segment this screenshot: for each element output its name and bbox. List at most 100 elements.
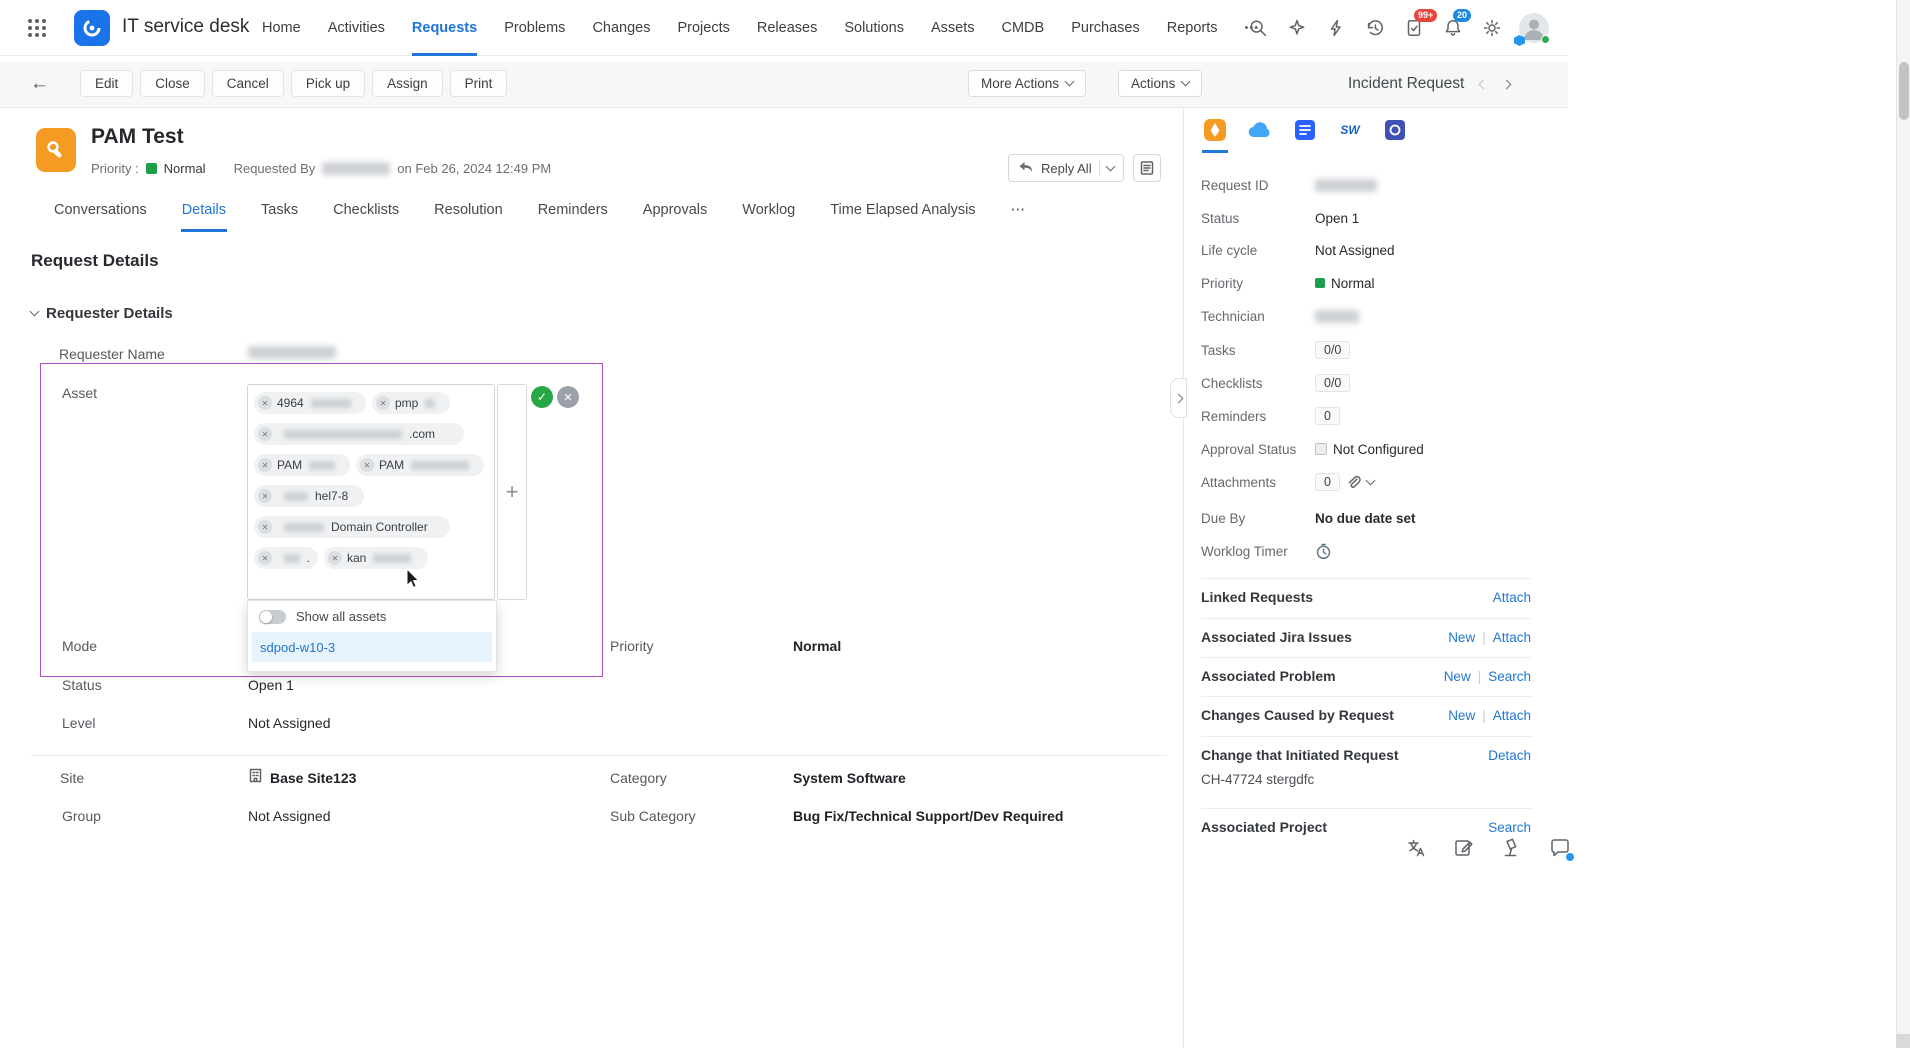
actions-dropdown[interactable]: Actions	[1118, 70, 1202, 97]
panel-tab-sw-icon[interactable]: SW	[1337, 117, 1363, 143]
remove-chip-icon[interactable]: ✕	[258, 520, 272, 534]
print-button[interactable]: Print	[450, 70, 508, 97]
next-request-icon[interactable]	[1502, 79, 1512, 89]
asset-chip[interactable]: ✕.com	[254, 423, 464, 445]
problem-search-link[interactable]: Search	[1488, 669, 1531, 684]
initiating-change-value[interactable]: CH-47724 stergdfc	[1201, 772, 1531, 787]
asset-chips-input[interactable]: ✕4964 ✕pmp ✕.com ✕PAM ✕PAM ✕hel7-8 ✕Doma…	[247, 384, 495, 600]
asset-chip[interactable]: ✕PAM	[254, 454, 350, 476]
tab-worklog[interactable]: Worklog	[741, 198, 796, 232]
cancel-asset-button[interactable]: ✕	[557, 386, 579, 408]
asset-chip[interactable]: ✕4964	[254, 392, 366, 414]
panel-field-checklists: Checklists 0/0	[1201, 373, 1350, 393]
asset-chip[interactable]: ✕PAM	[356, 454, 484, 476]
reply-options-chevron-icon[interactable]	[1105, 161, 1115, 171]
lamp-icon[interactable]	[1500, 836, 1524, 860]
remove-chip-icon[interactable]: ✕	[258, 427, 272, 441]
panel-section-change-initiated: Change that Initiated Request Detach CH-…	[1201, 736, 1531, 787]
requester-details-toggle[interactable]: Requester Details	[31, 305, 173, 322]
request-summary-button[interactable]	[1133, 154, 1161, 182]
chat-icon[interactable]	[1548, 836, 1572, 860]
nav-item-activities[interactable]: Activities	[328, 0, 385, 56]
nav-item-reports[interactable]: Reports	[1167, 0, 1218, 56]
history-icon[interactable]	[1363, 16, 1387, 40]
tab-resolution[interactable]: Resolution	[433, 198, 504, 232]
edit-button[interactable]: Edit	[80, 70, 133, 97]
problem-new-link[interactable]: New	[1444, 669, 1471, 684]
changes-attach-link[interactable]: Attach	[1493, 708, 1531, 723]
group-label: Group	[62, 808, 101, 824]
pickup-button[interactable]: Pick up	[291, 70, 365, 97]
nav-item-cmdb[interactable]: CMDB	[1002, 0, 1045, 56]
settings-gear-icon[interactable]	[1480, 16, 1504, 40]
remove-chip-icon[interactable]: ✕	[258, 458, 272, 472]
attachments-chevron-icon[interactable]	[1366, 475, 1376, 485]
compose-note-icon[interactable]	[1452, 836, 1476, 860]
app-launcher-icon[interactable]	[26, 17, 48, 39]
scrollbar-thumb[interactable]	[1899, 62, 1909, 120]
remove-chip-icon[interactable]: ✕	[258, 551, 272, 565]
project-search-link[interactable]: Search	[1488, 820, 1531, 835]
timer-clock-icon[interactable]	[1315, 543, 1332, 560]
asset-chip[interactable]: ✕hel7-8	[254, 485, 364, 507]
add-asset-button[interactable]: +	[506, 481, 519, 503]
nav-item-solutions[interactable]: Solutions	[844, 0, 904, 56]
tab-time-elapsed-analysis[interactable]: Time Elapsed Analysis	[829, 198, 976, 232]
nav-item-releases[interactable]: Releases	[757, 0, 817, 56]
jira-new-link[interactable]: New	[1448, 630, 1475, 645]
translate-icon[interactable]	[1404, 836, 1428, 860]
panel-tab-request-icon[interactable]	[1202, 117, 1228, 143]
nav-item-assets[interactable]: Assets	[931, 0, 975, 56]
remove-chip-icon[interactable]: ✕	[258, 396, 272, 410]
asset-chip[interactable]: ✕.	[254, 547, 318, 569]
asset-chip[interactable]: ✕pmp	[372, 392, 450, 414]
user-avatar[interactable]	[1519, 13, 1549, 43]
nav-item-requests[interactable]: Requests	[412, 0, 477, 56]
page-scrollbar[interactable]	[1896, 0, 1910, 1048]
nav-item-problems[interactable]: Problems	[504, 0, 565, 56]
change-detach-link[interactable]: Detach	[1488, 748, 1531, 763]
tab-more[interactable]: ⋯	[1010, 198, 1027, 232]
nav-item-projects[interactable]: Projects	[677, 0, 729, 56]
changes-new-link[interactable]: New	[1448, 708, 1475, 723]
tab-conversations[interactable]: Conversations	[53, 198, 148, 232]
jira-attach-link[interactable]: Attach	[1493, 630, 1531, 645]
paperclip-icon[interactable]	[1346, 475, 1361, 490]
asset-chip[interactable]: ✕kan	[324, 547, 428, 569]
remove-chip-icon[interactable]: ✕	[328, 551, 342, 565]
asset-chip[interactable]: ✕Domain Controller	[254, 516, 450, 538]
previous-request-icon[interactable]	[1479, 79, 1489, 89]
panel-collapse-handle[interactable]	[1170, 378, 1187, 418]
product-logo[interactable]	[74, 10, 110, 46]
search-icon[interactable]	[1246, 16, 1270, 40]
panel-tab-cloud-icon[interactable]	[1247, 117, 1273, 143]
close-button[interactable]: Close	[140, 70, 205, 97]
chevron-down-icon	[1065, 77, 1075, 87]
notifications-bell-icon[interactable]: 20	[1441, 16, 1465, 40]
panel-tab-app-icon-1[interactable]	[1292, 117, 1318, 143]
cancel-button[interactable]: Cancel	[212, 70, 284, 97]
tab-tasks[interactable]: Tasks	[260, 198, 299, 232]
tab-approvals[interactable]: Approvals	[642, 198, 708, 232]
remove-chip-icon[interactable]: ✕	[258, 489, 272, 503]
nav-item-purchases[interactable]: Purchases	[1071, 0, 1140, 56]
reply-all-button[interactable]: Reply All	[1008, 154, 1124, 182]
confirm-asset-button[interactable]: ✓	[531, 386, 553, 408]
assign-button[interactable]: Assign	[372, 70, 443, 97]
show-all-assets-toggle[interactable]	[259, 610, 286, 624]
quick-actions-bolt-icon[interactable]	[1324, 16, 1348, 40]
remove-chip-icon[interactable]: ✕	[376, 396, 390, 410]
tab-checklists[interactable]: Checklists	[332, 198, 400, 232]
panel-tab-app-icon-2[interactable]	[1382, 117, 1408, 143]
tab-reminders[interactable]: Reminders	[537, 198, 609, 232]
nav-item-changes[interactable]: Changes	[592, 0, 650, 56]
tab-details[interactable]: Details	[181, 198, 227, 232]
back-arrow-icon[interactable]: ←	[30, 73, 49, 95]
asset-suggestion-item[interactable]: sdpod-w10-3	[252, 632, 492, 662]
remove-chip-icon[interactable]: ✕	[360, 458, 374, 472]
linked-requests-attach-link[interactable]: Attach	[1493, 590, 1531, 605]
nav-item-home[interactable]: Home	[262, 0, 301, 56]
more-actions-dropdown[interactable]: More Actions	[968, 70, 1086, 97]
zia-sparkle-icon[interactable]	[1285, 16, 1309, 40]
approvals-icon[interactable]: 99+	[1402, 16, 1426, 40]
